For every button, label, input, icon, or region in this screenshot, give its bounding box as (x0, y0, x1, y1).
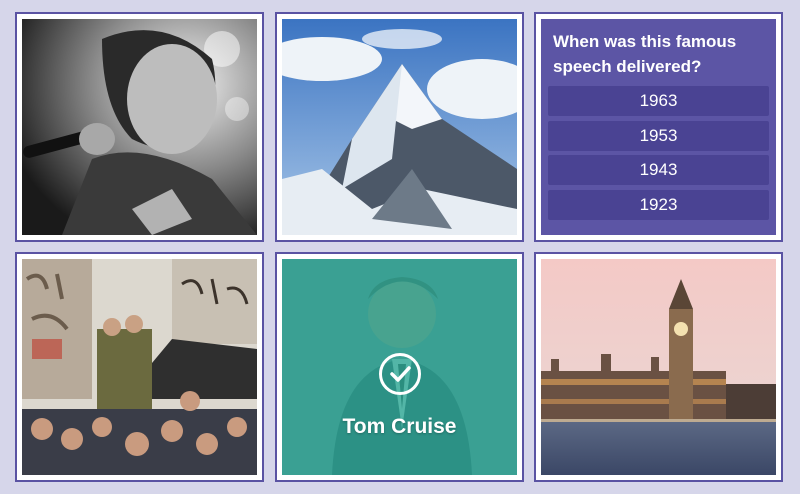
photo-tile-actor-answered: Tom Cruise (275, 252, 524, 482)
photo-tile-berlin-wall[interactable] (15, 252, 264, 482)
big-ben-photo-image (541, 259, 776, 475)
answer-option-1923[interactable]: 1923 (548, 189, 769, 220)
quiz-grid: When was this famous speech delivered? 1… (0, 0, 800, 494)
question-tile: When was this famous speech delivered? 1… (534, 12, 783, 242)
berlin-wall-photo (22, 259, 257, 475)
quiz-panel: When was this famous speech delivered? 1… (541, 19, 776, 235)
answer-name: Tom Cruise (342, 415, 457, 438)
check-icon (378, 353, 421, 395)
question-text: When was this famous speech delivered? (553, 32, 737, 76)
singer-photo-image (22, 19, 257, 235)
photo-tile-mountain[interactable] (275, 12, 524, 242)
answer-option-1953[interactable]: 1953 (548, 120, 769, 151)
mountain-photo (282, 19, 517, 235)
actor-photo: Tom Cruise (282, 259, 517, 475)
answer-option-1943[interactable]: 1943 (548, 155, 769, 185)
big-ben-photo (541, 259, 776, 475)
photo-tile-big-ben[interactable] (534, 252, 783, 482)
singer-photo (22, 19, 257, 235)
berlin-wall-photo-image (22, 259, 257, 475)
photo-tile-singer[interactable] (15, 12, 264, 242)
mountain-photo-image (282, 19, 517, 235)
answer-option-1963[interactable]: 1963 (548, 86, 769, 116)
